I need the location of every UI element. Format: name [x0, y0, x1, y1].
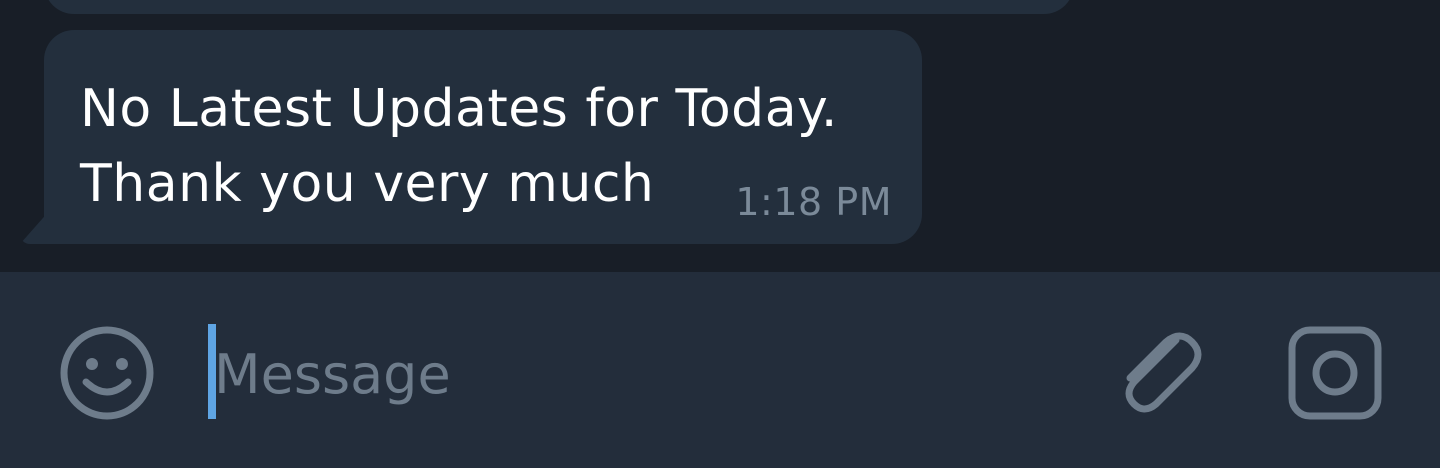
- emoji-button[interactable]: [58, 324, 156, 422]
- previous-message-bubble[interactable]: [44, 0, 1074, 14]
- message-line: No Latest Updates for Today.: [80, 79, 838, 139]
- message-composer: [0, 272, 1440, 468]
- camera-icon: [1288, 326, 1382, 420]
- message-bubble[interactable]: No Latest Updates for Today. Thank you v…: [44, 30, 922, 244]
- message-timestamp: 1:18 PM: [735, 180, 892, 224]
- smiley-face-icon: [60, 326, 154, 420]
- paperclip-icon: [1125, 332, 1202, 413]
- attach-button[interactable]: [1104, 320, 1204, 420]
- chat-area: No Latest Updates for Today. Thank you v…: [0, 0, 1440, 272]
- camera-button[interactable]: [1284, 322, 1388, 426]
- message-input[interactable]: [214, 334, 1074, 414]
